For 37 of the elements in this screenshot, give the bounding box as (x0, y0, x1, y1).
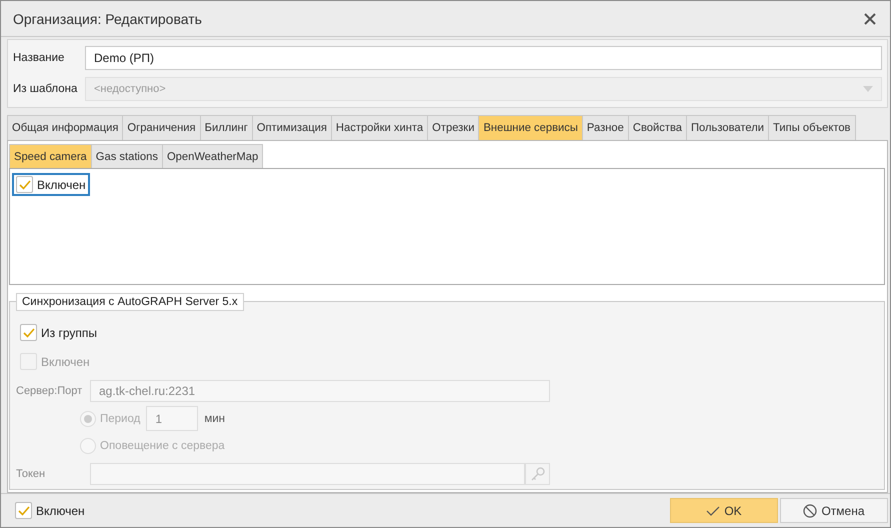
tab[interactable]: Разное (582, 115, 629, 140)
checkmark-icon (18, 180, 30, 190)
tab[interactable]: Ограничения (122, 115, 201, 140)
field-label: Токен (16, 468, 46, 480)
from-group-checkbox[interactable]: Из группы (16, 321, 101, 344)
tab[interactable]: Общая информация (7, 115, 124, 140)
subtab[interactable]: Gas stations (90, 144, 163, 168)
ok-button[interactable]: OK (670, 498, 778, 523)
close-icon (864, 12, 876, 24)
fieldset-legend: Синхронизация с AutoGRAPH Server 5.x (16, 293, 244, 311)
key-icon (530, 466, 546, 482)
checkmark-icon (18, 506, 30, 516)
key-button[interactable] (525, 462, 550, 484)
field-label: Из шаблона (13, 83, 78, 95)
unit-label: мин (204, 412, 226, 424)
tab[interactable]: Оптимизация (252, 115, 332, 140)
prohibited-icon (803, 504, 818, 518)
tab[interactable]: Пользователи (686, 115, 770, 140)
name-input-field[interactable]: Demo (РП) (85, 46, 882, 70)
subtab[interactable]: Speed camera (9, 144, 92, 168)
tab[interactable]: Настройки хинта (330, 115, 428, 140)
dropdown-arrow-icon (863, 86, 873, 92)
enabled-checkbox[interactable]: Включен (12, 173, 90, 196)
tab[interactable]: Внешние сервисы (478, 115, 583, 140)
window-title: Организация: Редактировать (13, 10, 203, 26)
tab[interactable]: Отрезки (427, 115, 480, 140)
tab[interactable]: Свойства (628, 115, 688, 140)
field-label: Название (13, 52, 66, 64)
cancel-button[interactable]: Отмена (780, 498, 888, 523)
checkmark-icon (22, 328, 34, 338)
enabled-checkbox[interactable]: Включен (11, 499, 89, 522)
tab[interactable]: Биллинг (200, 115, 253, 140)
subtab[interactable]: OpenWeatherMap (162, 144, 264, 168)
checkmark-icon (706, 506, 720, 516)
close-button[interactable] (862, 10, 878, 26)
field-label: Сервер:Порт (16, 384, 84, 396)
tab[interactable]: Типы объектов (768, 115, 856, 140)
